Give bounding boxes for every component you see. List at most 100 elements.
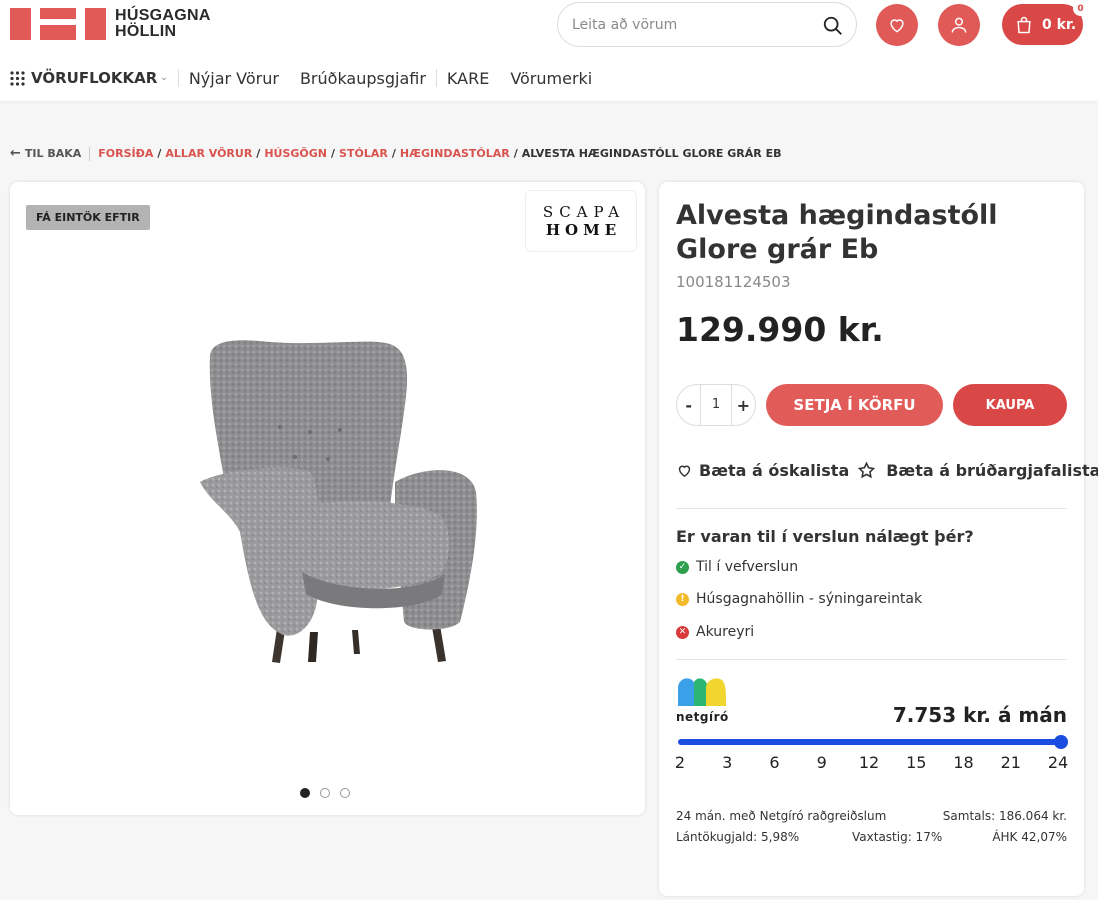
- account-button[interactable]: [938, 4, 980, 46]
- months-slider[interactable]: [678, 735, 1068, 749]
- buy-now-button[interactable]: KAUPA: [953, 384, 1067, 426]
- slide-dots: [300, 788, 350, 798]
- months-tick-21[interactable]: 21: [1001, 753, 1021, 772]
- store-name: Akureyri: [696, 624, 755, 640]
- add-to-wedding-list-link[interactable]: Bæta á brúðargjafalista: [857, 461, 1098, 480]
- main-nav: VÖRUFLOKKAR ⌄ Nýjar Vörur Brúðkaupsgjafi…: [10, 66, 592, 90]
- breadcrumb-chairs[interactable]: STÓLAR: [339, 147, 388, 160]
- low-stock-badge: FÁ EINTÖK EFTIR: [26, 205, 150, 230]
- divider: [676, 659, 1067, 660]
- nav-item-wedding-gifts[interactable]: Brúðkaupsgjafir: [300, 69, 426, 88]
- categories-menu[interactable]: VÖRUFLOKKAR ⌄: [10, 69, 168, 87]
- logo-line-2: HÖLLIN: [115, 23, 177, 40]
- months-tick-24[interactable]: 24: [1048, 753, 1068, 772]
- product-title: Alvesta hægindastóll Glore grár Eb: [676, 200, 998, 265]
- store-availability-item: ✓ Til í vefverslun: [676, 559, 798, 575]
- shopping-bag-icon: [1017, 16, 1031, 33]
- search-box: [557, 2, 857, 47]
- months-tick-2[interactable]: 2: [675, 753, 685, 772]
- heart-icon: [678, 465, 691, 478]
- netgiro-logo-mark: [678, 678, 726, 706]
- financing-total: Samtals: 186.064 kr.: [942, 809, 1067, 823]
- cart-count-badge: 0: [1073, 1, 1088, 16]
- breadcrumb-current: ALVESTA HÆGINDASTÓLL GLORE GRÁR EB: [521, 147, 782, 160]
- logo-line-1: HÚSGAGNA: [115, 7, 211, 24]
- x-circle-icon: ✕: [676, 625, 689, 639]
- store-name: Til í vefverslun: [696, 559, 799, 575]
- netgiro-logo: netgíró: [676, 676, 728, 726]
- divider: [676, 508, 1067, 509]
- nav-item-new-products[interactable]: Nýjar Vörur: [189, 69, 279, 88]
- months-tick-15[interactable]: 15: [906, 753, 926, 772]
- product-info-panel: Alvesta hægindastóll Glore grár Eb 10018…: [659, 182, 1098, 896]
- netgiro-logo-text: netgíró: [676, 710, 729, 724]
- breadcrumb: ← TIL BAKA FORSÍÐA / ALLAR VÖRUR / HÚSGÖGN…: [10, 146, 782, 161]
- monthly-payment: 7.753 kr. á mán: [892, 703, 1067, 727]
- wishlist-actions: Bæta á óskalista Bæta á brúðargjafalista: [676, 461, 1098, 480]
- nav-spacer: [289, 69, 290, 87]
- heart-icon: [890, 19, 904, 33]
- nav-divider: [435, 69, 437, 87]
- months-tick-labels: 2 3 6 9 12 15 18 21 24: [675, 753, 1068, 773]
- product-price: 129.990 kr.: [676, 310, 884, 349]
- nav-item-brands[interactable]: Vörumerki: [510, 69, 592, 88]
- star-icon: [858, 461, 876, 479]
- quantity-value[interactable]: 1: [700, 384, 732, 426]
- back-label: TIL BAKA: [24, 147, 82, 160]
- cart-button[interactable]: 0 kr.: [1002, 4, 1083, 45]
- add-to-wishlist-link[interactable]: Bæta á óskalista: [676, 461, 849, 480]
- brand-logo[interactable]: SCAPA HOME: [525, 190, 637, 252]
- product-gallery: FÁ EINTÖK EFTIR SCAPA HOME: [10, 182, 645, 815]
- financing-fee: Lántökugjald: 5,98%: [676, 830, 800, 844]
- months-tick-6[interactable]: 6: [769, 753, 779, 772]
- search-icon[interactable]: [822, 15, 844, 37]
- product-sku: 100181124503: [676, 273, 791, 291]
- categories-label: VÖRUFLOKKAR: [31, 69, 158, 87]
- slide-dot-1[interactable]: [300, 788, 310, 798]
- back-link[interactable]: ← TIL BAKA: [10, 146, 81, 161]
- months-tick-9[interactable]: 9: [817, 753, 827, 772]
- availability-heading: Er varan til í verslun nálægt þér?: [676, 527, 974, 546]
- financing-apr: ÁHK 42,07%: [992, 830, 1067, 844]
- nav-divider: [177, 69, 179, 87]
- quantity-decrease-button[interactable]: -: [677, 396, 700, 415]
- add-to-cart-button[interactable]: SETJA Í KÖRFU: [766, 384, 943, 426]
- add-to-wedding-list-label: Bæta á brúðargjafalista: [886, 461, 1098, 480]
- add-to-wishlist-label: Bæta á óskalista: [699, 461, 850, 480]
- breadcrumb-home[interactable]: FORSÍÐA: [98, 147, 153, 160]
- exclamation-circle-icon: !: [676, 592, 689, 606]
- product-image[interactable]: [180, 332, 480, 672]
- slide-dot-2[interactable]: [320, 788, 330, 798]
- breadcrumb-divider: [89, 146, 91, 161]
- user-icon: [951, 17, 967, 33]
- grid-icon: [10, 70, 25, 86]
- slide-dot-3[interactable]: [340, 788, 350, 798]
- store-name: Húsgagnahöllin - sýningareintak: [696, 591, 923, 607]
- breadcrumb-furniture[interactable]: HÚSGÖGN: [264, 147, 327, 160]
- check-circle-icon: ✓: [676, 560, 689, 574]
- chevron-down-icon: ⌄: [160, 73, 168, 83]
- nav-item-kare[interactable]: KARE: [447, 69, 489, 88]
- store-availability-item: ✕ Akureyri: [676, 624, 754, 640]
- breadcrumb-all-products[interactable]: ALLAR VÖRUR: [165, 147, 252, 160]
- quantity-increase-button[interactable]: +: [732, 396, 755, 415]
- months-tick-18[interactable]: 18: [953, 753, 973, 772]
- financing-interest: Vaxtastig: 17%: [852, 830, 943, 844]
- logo-text: HÚSGAGNA HÖLLIN: [115, 8, 211, 40]
- slider-handle[interactable]: [1054, 735, 1068, 749]
- months-tick-3[interactable]: 3: [722, 753, 732, 772]
- months-tick-12[interactable]: 12: [859, 753, 879, 772]
- nav-spacer: [499, 69, 500, 87]
- store-availability-item: ! Húsgagnahöllin - sýningareintak: [676, 591, 922, 607]
- wishlist-button[interactable]: [876, 4, 918, 46]
- financing-summary: 24 mán. með Netgíró raðgreiðslum: [676, 809, 887, 823]
- brand-logo-line-1: SCAPA: [542, 203, 626, 221]
- arrow-left-icon: ←: [10, 146, 21, 161]
- site-logo[interactable]: HÚSGAGNA HÖLLIN: [10, 8, 211, 40]
- flag-logo-mark: [10, 8, 106, 40]
- breadcrumb-armchairs[interactable]: HÆGINDASTÓLAR: [400, 147, 510, 160]
- brand-logo-line-2: HOME: [545, 221, 622, 239]
- quantity-stepper: - 1 +: [676, 384, 756, 426]
- search-input[interactable]: [572, 14, 812, 36]
- cart-total: 0 kr.: [1042, 16, 1077, 33]
